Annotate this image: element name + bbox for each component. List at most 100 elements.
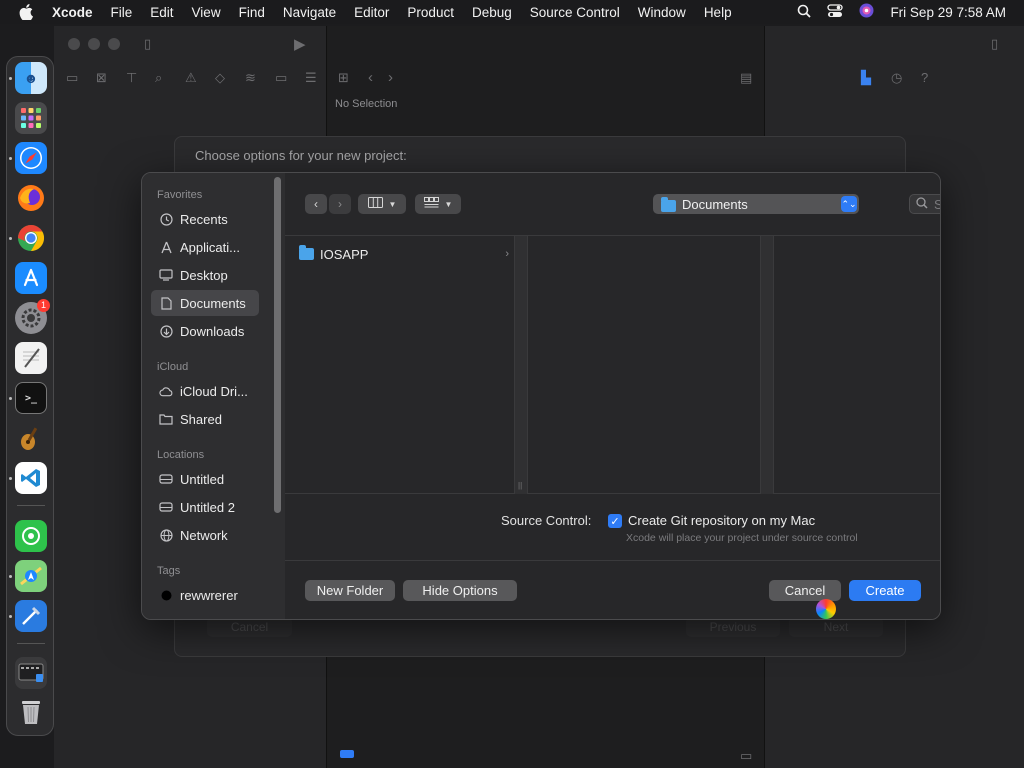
sidebar-item-icloud-drive[interactable]: iCloud Dri... bbox=[151, 378, 259, 404]
dock-launchpad-icon[interactable] bbox=[15, 102, 47, 134]
file-name: IOSAPP bbox=[320, 246, 369, 262]
sidebar-item-shared[interactable]: Shared bbox=[151, 406, 259, 432]
menu-clock[interactable]: Fri Sep 29 7:58 AM bbox=[890, 5, 1006, 20]
dock-xcode-icon[interactable] bbox=[15, 600, 47, 632]
sidebar-tag-rewwrerer[interactable]: rewwrerer bbox=[151, 582, 259, 608]
menu-bar: Xcode File Edit View Find Navigate Edito… bbox=[0, 0, 1024, 24]
menu-edit[interactable]: Edit bbox=[141, 5, 182, 20]
menu-editor[interactable]: Editor bbox=[345, 5, 398, 20]
dock-textedit-icon[interactable] bbox=[15, 342, 47, 374]
dock-finder-icon[interactable]: ☻ bbox=[15, 62, 47, 94]
inspector-toggle-icon[interactable]: ▯ bbox=[991, 36, 998, 52]
running-indicator bbox=[9, 575, 12, 578]
apple-menu-icon[interactable] bbox=[0, 4, 52, 20]
cancel-button[interactable]: Cancel bbox=[769, 580, 841, 601]
editor-grid-icon[interactable]: ⊞ bbox=[338, 70, 349, 86]
file-inspector-icon[interactable]: ▙ bbox=[861, 70, 871, 86]
dock-maps-icon[interactable] bbox=[15, 560, 47, 592]
dock-chrome-icon[interactable] bbox=[15, 222, 47, 254]
sidebar-item-recents[interactable]: Recents bbox=[151, 206, 259, 232]
forward-icon[interactable]: › bbox=[388, 69, 393, 86]
sidebar-item-downloads[interactable]: Downloads bbox=[151, 318, 259, 344]
help-inspector-icon[interactable]: ? bbox=[921, 70, 928, 85]
create-button[interactable]: Create bbox=[849, 580, 921, 601]
filter-icon[interactable] bbox=[340, 750, 354, 758]
search-input[interactable] bbox=[934, 196, 940, 212]
run-icon[interactable]: ▶ bbox=[294, 35, 306, 53]
menu-window[interactable]: Window bbox=[629, 5, 695, 20]
search-field[interactable] bbox=[909, 194, 940, 214]
control-center-icon[interactable] bbox=[827, 3, 844, 21]
back-icon[interactable]: ‹ bbox=[368, 69, 373, 86]
window-zoom-button[interactable] bbox=[108, 38, 120, 50]
hide-options-button[interactable]: Hide Options bbox=[403, 580, 517, 601]
new-folder-button[interactable]: New Folder bbox=[305, 580, 395, 601]
dock-find-my-icon[interactable] bbox=[15, 520, 47, 552]
history-inspector-icon[interactable]: ◷ bbox=[891, 70, 902, 86]
cloud-icon bbox=[159, 386, 173, 397]
sidebar-item-applications[interactable]: Applicati... bbox=[151, 234, 259, 260]
symbol-navigator-icon[interactable]: ⊤ bbox=[126, 70, 137, 86]
sidebar-toggle-icon[interactable]: ▯ bbox=[144, 36, 151, 52]
location-popup-button[interactable]: Documents ⌃⌄ bbox=[653, 194, 859, 214]
sheet-next-button[interactable]: Next bbox=[789, 617, 883, 637]
sidebar-scrollbar[interactable] bbox=[274, 177, 281, 513]
sidebar-item-label: Network bbox=[180, 527, 228, 543]
save-dialog: Favorites Recents Applicati... Desktop D… bbox=[141, 172, 941, 620]
menu-xcode[interactable]: Xcode bbox=[52, 5, 102, 20]
file-row-iosapp[interactable]: IOSAPP › bbox=[299, 244, 509, 264]
menu-view[interactable]: View bbox=[183, 5, 230, 20]
dock-trash-icon[interactable] bbox=[15, 695, 47, 727]
up-down-arrows-icon: ⌃⌄ bbox=[841, 196, 857, 212]
sidebar-item-label: Recents bbox=[180, 211, 228, 227]
report-navigator-icon[interactable]: ☰ bbox=[305, 70, 317, 86]
git-repository-checkbox[interactable]: ✓ bbox=[608, 514, 622, 528]
dock-firefox-icon[interactable] bbox=[15, 182, 47, 214]
window-close-button[interactable] bbox=[68, 38, 80, 50]
menu-debug[interactable]: Debug bbox=[463, 5, 521, 20]
spotlight-search-icon[interactable] bbox=[797, 4, 812, 21]
resize-grip-icon: || bbox=[518, 481, 523, 490]
dock-terminal-icon[interactable]: >_ bbox=[15, 382, 47, 414]
menu-product[interactable]: Product bbox=[398, 5, 463, 20]
group-by-button[interactable]: ▼ bbox=[415, 194, 461, 214]
test-navigator-icon[interactable]: ◇ bbox=[215, 70, 225, 86]
sidebar-item-untitled[interactable]: Untitled bbox=[151, 466, 259, 492]
siri-icon[interactable] bbox=[859, 3, 874, 21]
git-repository-label[interactable]: Create Git repository on my Mac bbox=[628, 513, 815, 528]
dock-app-store-icon[interactable] bbox=[15, 262, 47, 294]
menu-find[interactable]: Find bbox=[230, 5, 274, 20]
sidebar-item-desktop[interactable]: Desktop bbox=[151, 262, 259, 288]
back-button[interactable]: ‹ bbox=[305, 194, 327, 214]
sidebar-item-untitled-2[interactable]: Untitled 2 bbox=[151, 494, 259, 520]
column-resize-handle[interactable] bbox=[760, 236, 774, 494]
window-minimize-button[interactable] bbox=[88, 38, 100, 50]
forward-button[interactable]: › bbox=[329, 194, 351, 214]
debug-navigator-icon[interactable]: ≋ bbox=[245, 70, 256, 86]
view-mode-button[interactable]: ▼ bbox=[358, 194, 406, 214]
column-resize-handle[interactable]: || bbox=[514, 236, 528, 494]
menu-extras: Fri Sep 29 7:58 AM bbox=[797, 0, 1006, 24]
dock-vscode-icon[interactable] bbox=[15, 462, 47, 494]
breakpoint-navigator-icon[interactable]: ▭ bbox=[275, 70, 287, 86]
dock-downloads-stack-icon[interactable] bbox=[15, 657, 47, 689]
sidebar-item-documents[interactable]: Documents bbox=[151, 290, 259, 316]
browser-column-3 bbox=[775, 236, 940, 494]
sheet-cancel-button[interactable]: Cancel bbox=[207, 617, 292, 637]
project-navigator-icon[interactable]: ▭ bbox=[66, 70, 78, 86]
editor-bottom-icon[interactable]: ▭ bbox=[740, 748, 752, 764]
sidebar-item-network[interactable]: Network bbox=[151, 522, 259, 548]
editor-options-icon[interactable]: ▤ bbox=[740, 70, 752, 86]
icloud-header: iCloud bbox=[157, 361, 189, 373]
issue-navigator-icon[interactable]: ⚠ bbox=[185, 70, 197, 86]
menu-file[interactable]: File bbox=[102, 5, 142, 20]
menu-source-control[interactable]: Source Control bbox=[521, 5, 629, 20]
sheet-previous-button[interactable]: Previous bbox=[686, 617, 780, 637]
menu-navigate[interactable]: Navigate bbox=[274, 5, 345, 20]
dock-safari-icon[interactable] bbox=[15, 142, 47, 174]
dock-garageband-icon[interactable] bbox=[15, 422, 47, 454]
source-control-navigator-icon[interactable]: ⊠ bbox=[96, 70, 107, 86]
menu-help[interactable]: Help bbox=[695, 5, 741, 20]
find-navigator-icon[interactable]: ⌕ bbox=[155, 70, 162, 86]
source-control-label: Source Control: bbox=[501, 513, 592, 528]
